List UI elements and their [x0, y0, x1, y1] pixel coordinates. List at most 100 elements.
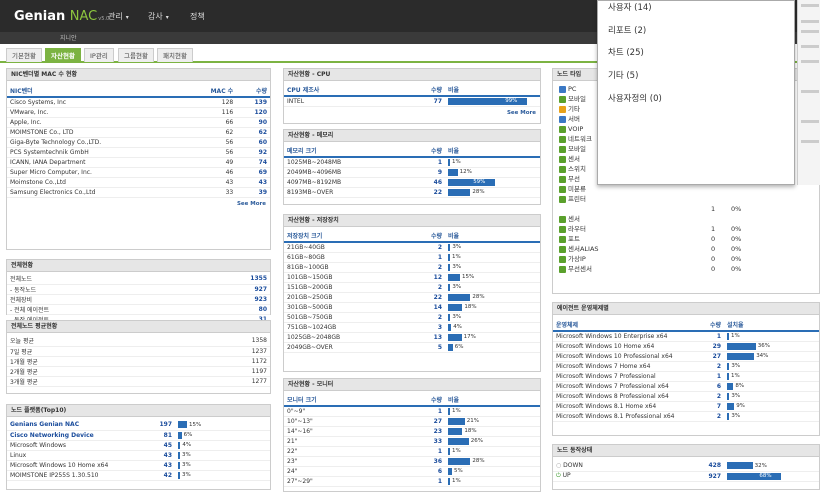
table-row[interactable]: 1개월 평균 1172: [7, 356, 270, 367]
table-row[interactable]: 301GB~500GB 14 18%: [284, 302, 540, 313]
table-row[interactable]: 8193MB~OVER 22 28%: [284, 187, 540, 198]
table-row[interactable]: Microsoft Windows 10 Enterprise x64 1 1%: [553, 331, 819, 342]
node-type-label: 무선센서: [568, 265, 592, 273]
table-row[interactable]: 0"~9" 1 1%: [284, 406, 540, 417]
report-dropdown-menu: 사용자 (14) 리포트 (2) 차트 (25) 기타 (5) 사용자정의 (0…: [597, 0, 795, 185]
table-row[interactable]: Super Micro Computer, Inc. 46 69: [7, 167, 270, 178]
ratio-bar-cell: 34%: [724, 351, 819, 362]
tab-ip[interactable]: IP관리: [84, 48, 114, 62]
table-cell: 27: [392, 416, 445, 427]
tab-group[interactable]: 그룹현황: [118, 48, 154, 62]
menu-item-user[interactable]: 사용자 (14): [608, 1, 652, 13]
table-cell: 3개월 평균: [7, 376, 169, 387]
node-type-item[interactable]: 미분류: [559, 184, 813, 194]
table-row[interactable]: 24" 6 5%: [284, 466, 540, 477]
table-row[interactable]: 14"~16" 23 18%: [284, 426, 540, 437]
table-row[interactable]: Moimstone Co.,Ltd 43 43: [7, 177, 270, 188]
cpu-table: CPU 제조사 수량 비율 INTEL 77 99%: [284, 84, 540, 107]
table-row[interactable]: 101GB~150GB 12 15%: [284, 272, 540, 283]
node-type-item[interactable]: 프린터: [559, 194, 813, 204]
table-row[interactable]: 1025MB~2048MB 1 1%: [284, 157, 540, 168]
node-type-item[interactable]: 가상IP 0 0%: [559, 254, 813, 264]
table-row[interactable]: 501GB~750GB 2 3%: [284, 312, 540, 323]
table-cell: 2: [703, 361, 724, 372]
table-row[interactable]: 4097MB~8192MB 46 59%: [284, 177, 540, 188]
menu-item-custom[interactable]: 사용자정의 (0): [608, 92, 662, 104]
node-type-item[interactable]: 센서ALIAS 0 0%: [559, 244, 813, 254]
tab-asset[interactable]: 자산현황: [45, 48, 81, 62]
table-row[interactable]: Microsoft Windows 7 Home x64 2 3%: [553, 361, 819, 372]
nav-manage[interactable]: 관리 ▾: [108, 11, 129, 22]
nic-table: NIC벤더 MAC 수 수량 Cisco Systems, Inc 128 139 VMw…: [7, 85, 270, 198]
menu-item-etc[interactable]: 기타 (5): [608, 69, 638, 81]
table-row[interactable]: Microsoft Windows 8 Professional x64 2 3%: [553, 391, 819, 402]
table-row[interactable]: Microsoft Windows 45 4%: [7, 440, 270, 451]
brand-logo[interactable]: Genian NACv5.0: [14, 9, 109, 24]
table-row[interactable]: Microsoft Windows 7 Professional x64 6 8%: [553, 381, 819, 392]
ratio-bar-cell: 28%: [445, 456, 540, 467]
nav-audit[interactable]: 감사 ▾: [148, 11, 169, 22]
table-row[interactable]: Microsoft Windows 10 Home x64 43 3%: [7, 460, 270, 471]
tab-patch[interactable]: 패치현황: [157, 48, 193, 62]
table-row[interactable]: Linux 43 3%: [7, 450, 270, 461]
table-row[interactable]: 751GB~1024GB 3 4%: [284, 322, 540, 333]
table-row[interactable]: 오늘 평균 1358: [7, 336, 270, 347]
node-type-item[interactable]: 포트 0 0%: [559, 234, 813, 244]
node-type-item[interactable]: 센서: [559, 214, 813, 224]
see-more-link[interactable]: See More: [7, 198, 270, 210]
table-row[interactable]: 21" 33 26%: [284, 436, 540, 447]
see-more-link[interactable]: See More: [284, 107, 540, 119]
table-row[interactable]: 27"~29" 1 1%: [284, 476, 540, 487]
table-row[interactable]: 23" 36 28%: [284, 456, 540, 467]
table-row[interactable]: MOIMSTONE Co., LTD 62 62: [7, 127, 270, 138]
table-row[interactable]: MOIMSTONE IP255S 1.30.510 42 3%: [7, 470, 270, 481]
ratio-bar: [448, 343, 453, 351]
table-row[interactable]: 전체장비 923: [7, 294, 270, 305]
table-row[interactable]: 81GB~100GB 2 3%: [284, 262, 540, 273]
ratio-bar: [448, 427, 463, 435]
table-row[interactable]: - 동작노드 927: [7, 284, 270, 295]
ratio-label: 28%: [472, 189, 485, 195]
table-cell: Apple, Inc.: [7, 117, 185, 128]
table-row[interactable]: Genians Genian NAC 197 15%: [7, 420, 270, 431]
table-row[interactable]: - 전체 에이전트 80: [7, 304, 270, 315]
node-type-item[interactable]: 1 0%: [559, 204, 813, 214]
table-row[interactable]: 2049MB~4096MB 9 12%: [284, 167, 540, 178]
table-row[interactable]: Microsoft Windows 10 Professional x64 27 3…: [553, 351, 819, 362]
table-row[interactable]: INTEL 77 99%: [284, 96, 540, 107]
table-row[interactable]: Microsoft Windows 8.1 Home x64 7 9%: [553, 401, 819, 412]
nav-policy[interactable]: 정책: [190, 11, 205, 22]
table-row[interactable]: 2개월 평균 1197: [7, 366, 270, 377]
table-row[interactable]: 21GB~40GB 2 3%: [284, 242, 540, 253]
node-type-icon: [559, 185, 566, 193]
table-row[interactable]: 22" 1 1%: [284, 446, 540, 457]
table-row[interactable]: Microsoft Windows 7 Professional 1 1%: [553, 371, 819, 382]
table-row[interactable]: Giga-Byte Technology Co.,LTD. 56 60: [7, 137, 270, 148]
table-row[interactable]: 7일 평균 1237: [7, 346, 270, 357]
table-row[interactable]: 전체노드 1355: [7, 274, 270, 285]
table-row[interactable]: 1025GB~2048GB 13 17%: [284, 332, 540, 343]
tab-basic[interactable]: 기본현황: [6, 48, 42, 62]
table-row[interactable]: VMware, Inc. 116 120: [7, 107, 270, 118]
table-row[interactable]: Samsung Electronics Co.,Ltd 33 39: [7, 187, 270, 198]
menu-item-report[interactable]: 리포트 (2): [608, 24, 646, 36]
table-row[interactable]: 201GB~250GB 22 28%: [284, 292, 540, 303]
menu-item-chart[interactable]: 차트 (25): [608, 46, 644, 58]
table-row[interactable]: 61GB~80GB 1 1%: [284, 252, 540, 263]
table-row[interactable]: Microsoft Windows 10 Home x64 29 36%: [553, 341, 819, 352]
table-row[interactable]: ICANN, IANA Department 49 74: [7, 157, 270, 168]
table-row[interactable]: 151GB~200GB 2 3%: [284, 282, 540, 293]
table-row[interactable]: 10"~13" 27 21%: [284, 416, 540, 427]
table-row[interactable]: 2049GB~OVER 5 6%: [284, 342, 540, 353]
ratio-bar-cell: 12%: [445, 167, 540, 178]
table-row[interactable]: Cisco Networking Device 81 6%: [7, 430, 270, 441]
table-row[interactable]: ○ DOWN 428 32%: [553, 461, 819, 472]
table-row[interactable]: Microsoft Windows 8.1 Professional x64 2 3…: [553, 411, 819, 422]
table-row[interactable]: PCS Systemtechnik GmbH 56 92: [7, 147, 270, 158]
node-type-item[interactable]: 라우터 1 0%: [559, 224, 813, 234]
table-row[interactable]: ⏻ UP 927 68%: [553, 471, 819, 482]
node-type-item[interactable]: 무선센서 0 0%: [559, 264, 813, 274]
table-row[interactable]: 3개월 평균 1277: [7, 376, 270, 387]
table-row[interactable]: Cisco Systems, Inc 128 139: [7, 97, 270, 108]
table-row[interactable]: Apple, Inc. 66 90: [7, 117, 270, 128]
